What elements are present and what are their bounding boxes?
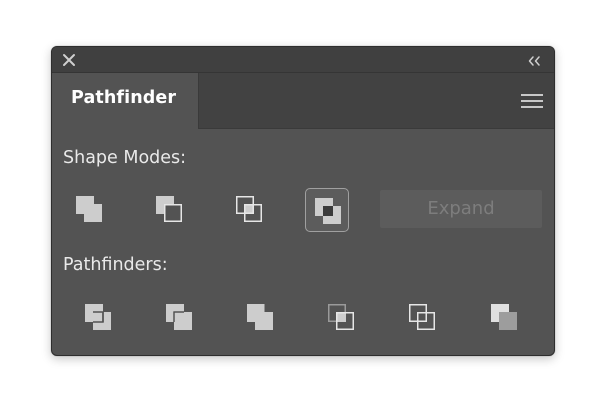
- exclude-icon: [315, 198, 341, 224]
- outline-icon: [409, 304, 435, 330]
- crop-button[interactable]: [319, 295, 363, 339]
- minus-front-icon: [156, 196, 182, 222]
- tab-pathfinder-label: Pathfinder: [71, 88, 177, 108]
- minus-back-icon: [491, 304, 517, 330]
- minus-front-button[interactable]: [147, 187, 191, 231]
- tab-pathfinder[interactable]: Pathfinder: [52, 73, 199, 129]
- panel-tab-bar: Pathfinder: [52, 73, 554, 129]
- trim-icon: [166, 304, 192, 330]
- shape-modes-label: Shape Modes:: [63, 148, 187, 168]
- merge-button[interactable]: [238, 295, 282, 339]
- pathfinders-label: Pathfinders:: [63, 255, 168, 275]
- unite-button[interactable]: [67, 187, 111, 231]
- exclude-button[interactable]: [305, 188, 349, 232]
- double-chevron-left-icon[interactable]: [526, 53, 542, 67]
- divide-button[interactable]: [76, 295, 120, 339]
- outline-button[interactable]: [400, 295, 444, 339]
- pathfinder-panel: Pathfinder Shape Modes: Expand Pathfinde…: [51, 46, 555, 356]
- merge-icon: [247, 304, 273, 330]
- intersect-button[interactable]: [227, 187, 271, 231]
- divide-icon: [85, 304, 111, 330]
- hamburger-menu-icon[interactable]: [521, 93, 543, 109]
- intersect-icon: [236, 196, 262, 222]
- close-icon[interactable]: [61, 52, 77, 68]
- panel-titlebar[interactable]: [52, 47, 554, 73]
- minus-back-button[interactable]: [482, 295, 526, 339]
- trim-button[interactable]: [157, 295, 201, 339]
- unite-icon: [76, 196, 102, 222]
- expand-button[interactable]: Expand: [380, 190, 542, 228]
- crop-icon: [328, 304, 354, 330]
